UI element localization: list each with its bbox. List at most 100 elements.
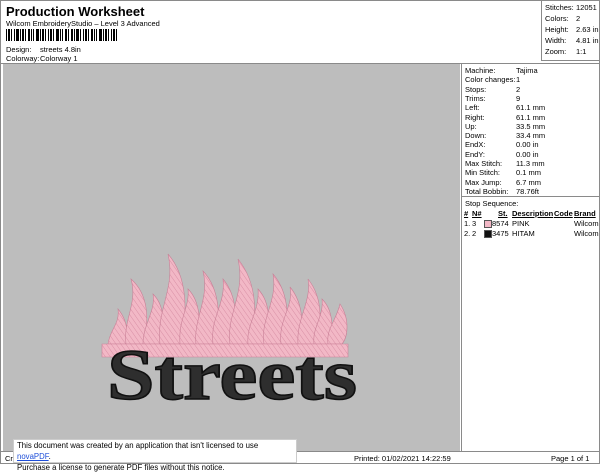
row-brand: Wilcom — [574, 229, 599, 238]
machine-info-row: Right: 61.1 mm — [465, 112, 545, 122]
width-label: Width: — [545, 36, 567, 45]
row-description: HITAM — [512, 229, 535, 238]
stitches-row: Stitches: 12051 — [545, 3, 597, 12]
page-number: Page 1 of 1 — [551, 454, 590, 463]
machine-info-value: Tajima — [516, 66, 538, 75]
row-brand: Wilcom — [574, 219, 599, 228]
machine-info-label: Machine: — [465, 66, 496, 75]
design-label: Design: — [6, 45, 32, 54]
machine-info-value: 0.00 in — [516, 149, 539, 159]
machine-info-row: Machine: Tajima — [465, 66, 538, 75]
machine-info-label: Left: — [465, 103, 480, 113]
machine-info-value: 0.1 mm — [516, 168, 542, 178]
design-artwork: Streets — [101, 253, 358, 416]
colorway-value: Colorway 1 — [40, 54, 78, 63]
machine-info-row: Min Stitch: 0.1 mm — [465, 168, 541, 178]
row-st: 8574 — [492, 219, 509, 228]
barcode — [6, 29, 117, 41]
machine-info-value: 0.00 in — [516, 140, 539, 150]
notice-line-1: This document was created by an applicat… — [17, 440, 293, 462]
height-row: Height: 2.63 in — [545, 25, 599, 34]
license-notice: This document was created by an applicat… — [13, 439, 297, 472]
col-n: N# — [472, 209, 482, 218]
zoom-label: Zoom: — [545, 47, 567, 56]
machine-info-label: Stops: — [465, 84, 487, 94]
colorway-row: Colorway: Colorway 1 — [6, 54, 78, 63]
page-title: Production Worksheet — [6, 4, 145, 19]
machine-info-row: Max Jump: 6.7 mm — [465, 177, 541, 187]
height-value: 2.63 in — [576, 25, 599, 34]
col-st: St. — [498, 209, 508, 218]
col-code: Code — [554, 209, 573, 218]
col-description: Description — [512, 209, 554, 218]
summary-stats: Stitches: 12051 Colors: 2 Height: 2.63 in W… — [541, 1, 600, 61]
width-row: Width: 4.81 in — [545, 36, 599, 45]
stitches-value: 12051 — [576, 3, 597, 12]
machine-info-row: Up: 33.5 mm — [465, 121, 545, 131]
machine-info-label: Right: — [465, 112, 485, 122]
machine-info-label: Max Jump: — [465, 177, 502, 187]
design-text: Streets — [107, 335, 357, 415]
machine-info-label: Total Bobbin: — [465, 186, 509, 196]
machine-info-row: Max Stitch: 11.3 mm — [465, 159, 545, 168]
thread-swatch-black — [484, 230, 492, 238]
machine-info-value: 2 — [516, 84, 521, 94]
machine-info-label: EndY: — [465, 149, 486, 159]
machine-info-value: 1 — [516, 75, 521, 85]
machine-info-row: Left: 61.1 mm — [465, 103, 545, 113]
table-header: # N# St. Description Code Brand — [462, 209, 600, 219]
machine-info-value: 33.4 mm — [516, 131, 546, 141]
zoom-value: 1:1 — [576, 47, 587, 56]
machine-info-value: 9 — [516, 93, 521, 103]
height-label: Height: — [545, 25, 569, 34]
footer-left: Cr — [5, 454, 13, 463]
machine-info-row: Trims: 9 — [465, 93, 520, 103]
machine-info-row: Total Bobbin: 78.76ft — [465, 186, 539, 196]
row-st: 3475 — [492, 229, 509, 238]
row-num: 1. — [464, 219, 471, 228]
thread-swatch-pink — [484, 220, 492, 228]
machine-info-label: Down: — [465, 131, 487, 141]
machine-info-label: Max Stitch: — [465, 159, 503, 168]
row-n: 2 — [472, 229, 477, 238]
machine-info-label: Color changes: — [465, 75, 516, 85]
colors-row: Colors: 2 — [545, 14, 580, 23]
machine-info-value: 6.7 mm — [516, 177, 542, 187]
design-value: streets 4.8in — [40, 45, 81, 54]
colors-label: Colors: — [545, 14, 569, 23]
machine-info-label: Up: — [465, 121, 477, 131]
machine-info-panel: Machine: Tajima Color changes: 1 Stops: 2 Trim… — [461, 64, 600, 451]
machine-info-value: 33.5 mm — [516, 121, 546, 131]
design-row: Design: streets 4.8in — [6, 45, 81, 54]
printed-timestamp: Printed: 01/02/2021 14:22:59 — [354, 454, 451, 463]
machine-info-value: 61.1 mm — [516, 103, 546, 113]
panel-divider — [462, 196, 600, 197]
row-description: PINK — [512, 219, 530, 228]
machine-info-row: Stops: 2 — [465, 84, 520, 94]
machine-info-value: 78.76ft — [516, 186, 539, 196]
stitches-label: Stitches: — [545, 3, 574, 12]
machine-info-row: Color changes: 1 — [465, 75, 520, 85]
zoom-row: Zoom: 1:1 — [545, 47, 586, 56]
width-value: 4.81 in — [576, 36, 599, 45]
machine-info-label: EndX: — [465, 140, 486, 150]
table-row: 2. 2 3475 HITAM Wilcom — [462, 229, 600, 239]
software-subtitle: Wilcom EmbroideryStudio – Level 3 Advanc… — [6, 19, 160, 28]
worksheet-page: Production Worksheet Wilcom EmbroiderySt… — [0, 0, 600, 472]
machine-info-row: Down: 33.4 mm — [465, 131, 545, 141]
machine-info-value: 61.1 mm — [516, 112, 546, 122]
design-preview: Streets — [3, 64, 460, 451]
notice-text: This document was created by an applicat… — [17, 441, 259, 450]
colors-value: 2 — [576, 14, 581, 23]
novapdf-link[interactable]: novaPDF — [17, 452, 49, 461]
row-num: 2. — [464, 229, 471, 238]
machine-info-row: EndX: 0.00 in — [465, 140, 539, 150]
machine-info-value: 11.3 mm — [516, 159, 545, 168]
table-row: 1. 3 8574 PINK Wilcom — [462, 219, 600, 229]
machine-info-row: EndY: 0.00 in — [465, 149, 539, 159]
notice-period: . — [48, 452, 51, 461]
row-n: 3 — [472, 219, 477, 228]
col-num: # — [464, 209, 469, 218]
machine-info-label: Min Stitch: — [465, 168, 501, 178]
machine-info-label: Trims: — [465, 93, 486, 103]
